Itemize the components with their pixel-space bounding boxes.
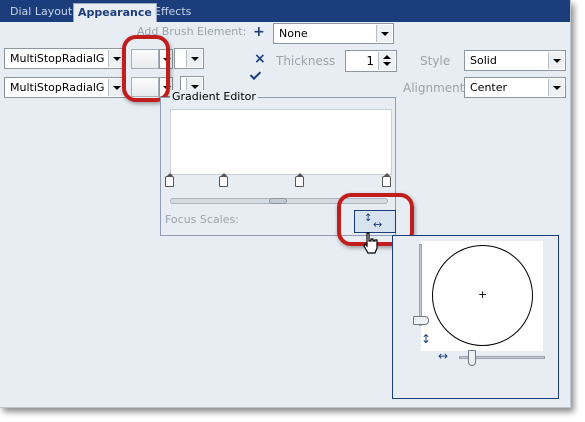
brush-element-select[interactable]: None xyxy=(273,23,394,44)
remove-brush-icon[interactable]: × xyxy=(254,51,266,67)
gradient-stop[interactable] xyxy=(165,173,174,187)
thickness-label: Thickness xyxy=(276,54,336,68)
gradient-stop[interactable] xyxy=(295,173,304,187)
scrollbar-thumb[interactable] xyxy=(269,198,287,204)
arrow-down-icon[interactable] xyxy=(383,62,391,66)
brush-type-value-2: MultiStopRadialG xyxy=(10,81,105,94)
alignment-label: Alignment xyxy=(403,81,465,95)
horizontal-focus-thumb[interactable] xyxy=(468,350,476,366)
tab-dial-layout[interactable]: Dial Layout xyxy=(6,3,76,21)
tab-effects[interactable]: Effects xyxy=(150,3,195,21)
alignment-value: Center xyxy=(470,81,508,94)
arrow-up-icon[interactable] xyxy=(383,55,391,59)
horizontal-scale-icon: ↔ xyxy=(438,349,449,363)
brush-type-select-2[interactable]: MultiStopRadialG xyxy=(4,77,126,98)
tab-strip: Dial Layout Appearance Effects xyxy=(0,0,570,22)
chevron-down-icon[interactable] xyxy=(548,52,564,69)
gradient-editor-title: Gradient Editor xyxy=(170,90,258,103)
vertical-focus-thumb[interactable] xyxy=(413,316,429,325)
alignment-select[interactable]: Center xyxy=(464,77,566,98)
gradient-preview xyxy=(170,109,392,175)
collapse-chevron-icon[interactable] xyxy=(249,68,262,80)
style-value: Solid xyxy=(470,54,497,67)
color-select-1b[interactable] xyxy=(174,48,204,69)
brush-type-value-1: MultiStopRadialG xyxy=(10,52,105,65)
add-brush-icon[interactable]: + xyxy=(253,24,265,40)
brush-element-value: None xyxy=(279,27,308,40)
style-label: Style xyxy=(420,54,451,68)
vertical-scale-icon: ↕ xyxy=(421,332,432,346)
gradient-stop[interactable] xyxy=(219,173,228,187)
thickness-value: 1 xyxy=(366,54,374,68)
style-select[interactable]: Solid xyxy=(464,50,566,71)
gradient-stop[interactable] xyxy=(382,173,391,187)
spinner-buttons[interactable] xyxy=(378,52,395,70)
tab-appearance[interactable]: Appearance xyxy=(73,3,157,22)
chevron-down-icon[interactable] xyxy=(548,79,564,96)
highlight-ring-swatch xyxy=(122,35,170,102)
chevron-down-icon[interactable] xyxy=(376,25,392,42)
hand-cursor-icon xyxy=(363,232,378,254)
focus-center-marker: + xyxy=(478,288,488,301)
focus-scales-label: Focus Scales: xyxy=(165,213,239,226)
thickness-spinner[interactable]: 1 xyxy=(345,50,397,72)
focus-scales-popup: + ↕ ↔ xyxy=(392,235,559,399)
appearance-window: Dial Layout Appearance Effects Add Brush… xyxy=(0,0,571,408)
brush-type-select-1[interactable]: MultiStopRadialG xyxy=(4,48,126,69)
chevron-down-icon[interactable] xyxy=(186,50,202,67)
focus-preview-area: + xyxy=(421,241,543,351)
vertical-focus-track[interactable] xyxy=(419,244,422,326)
